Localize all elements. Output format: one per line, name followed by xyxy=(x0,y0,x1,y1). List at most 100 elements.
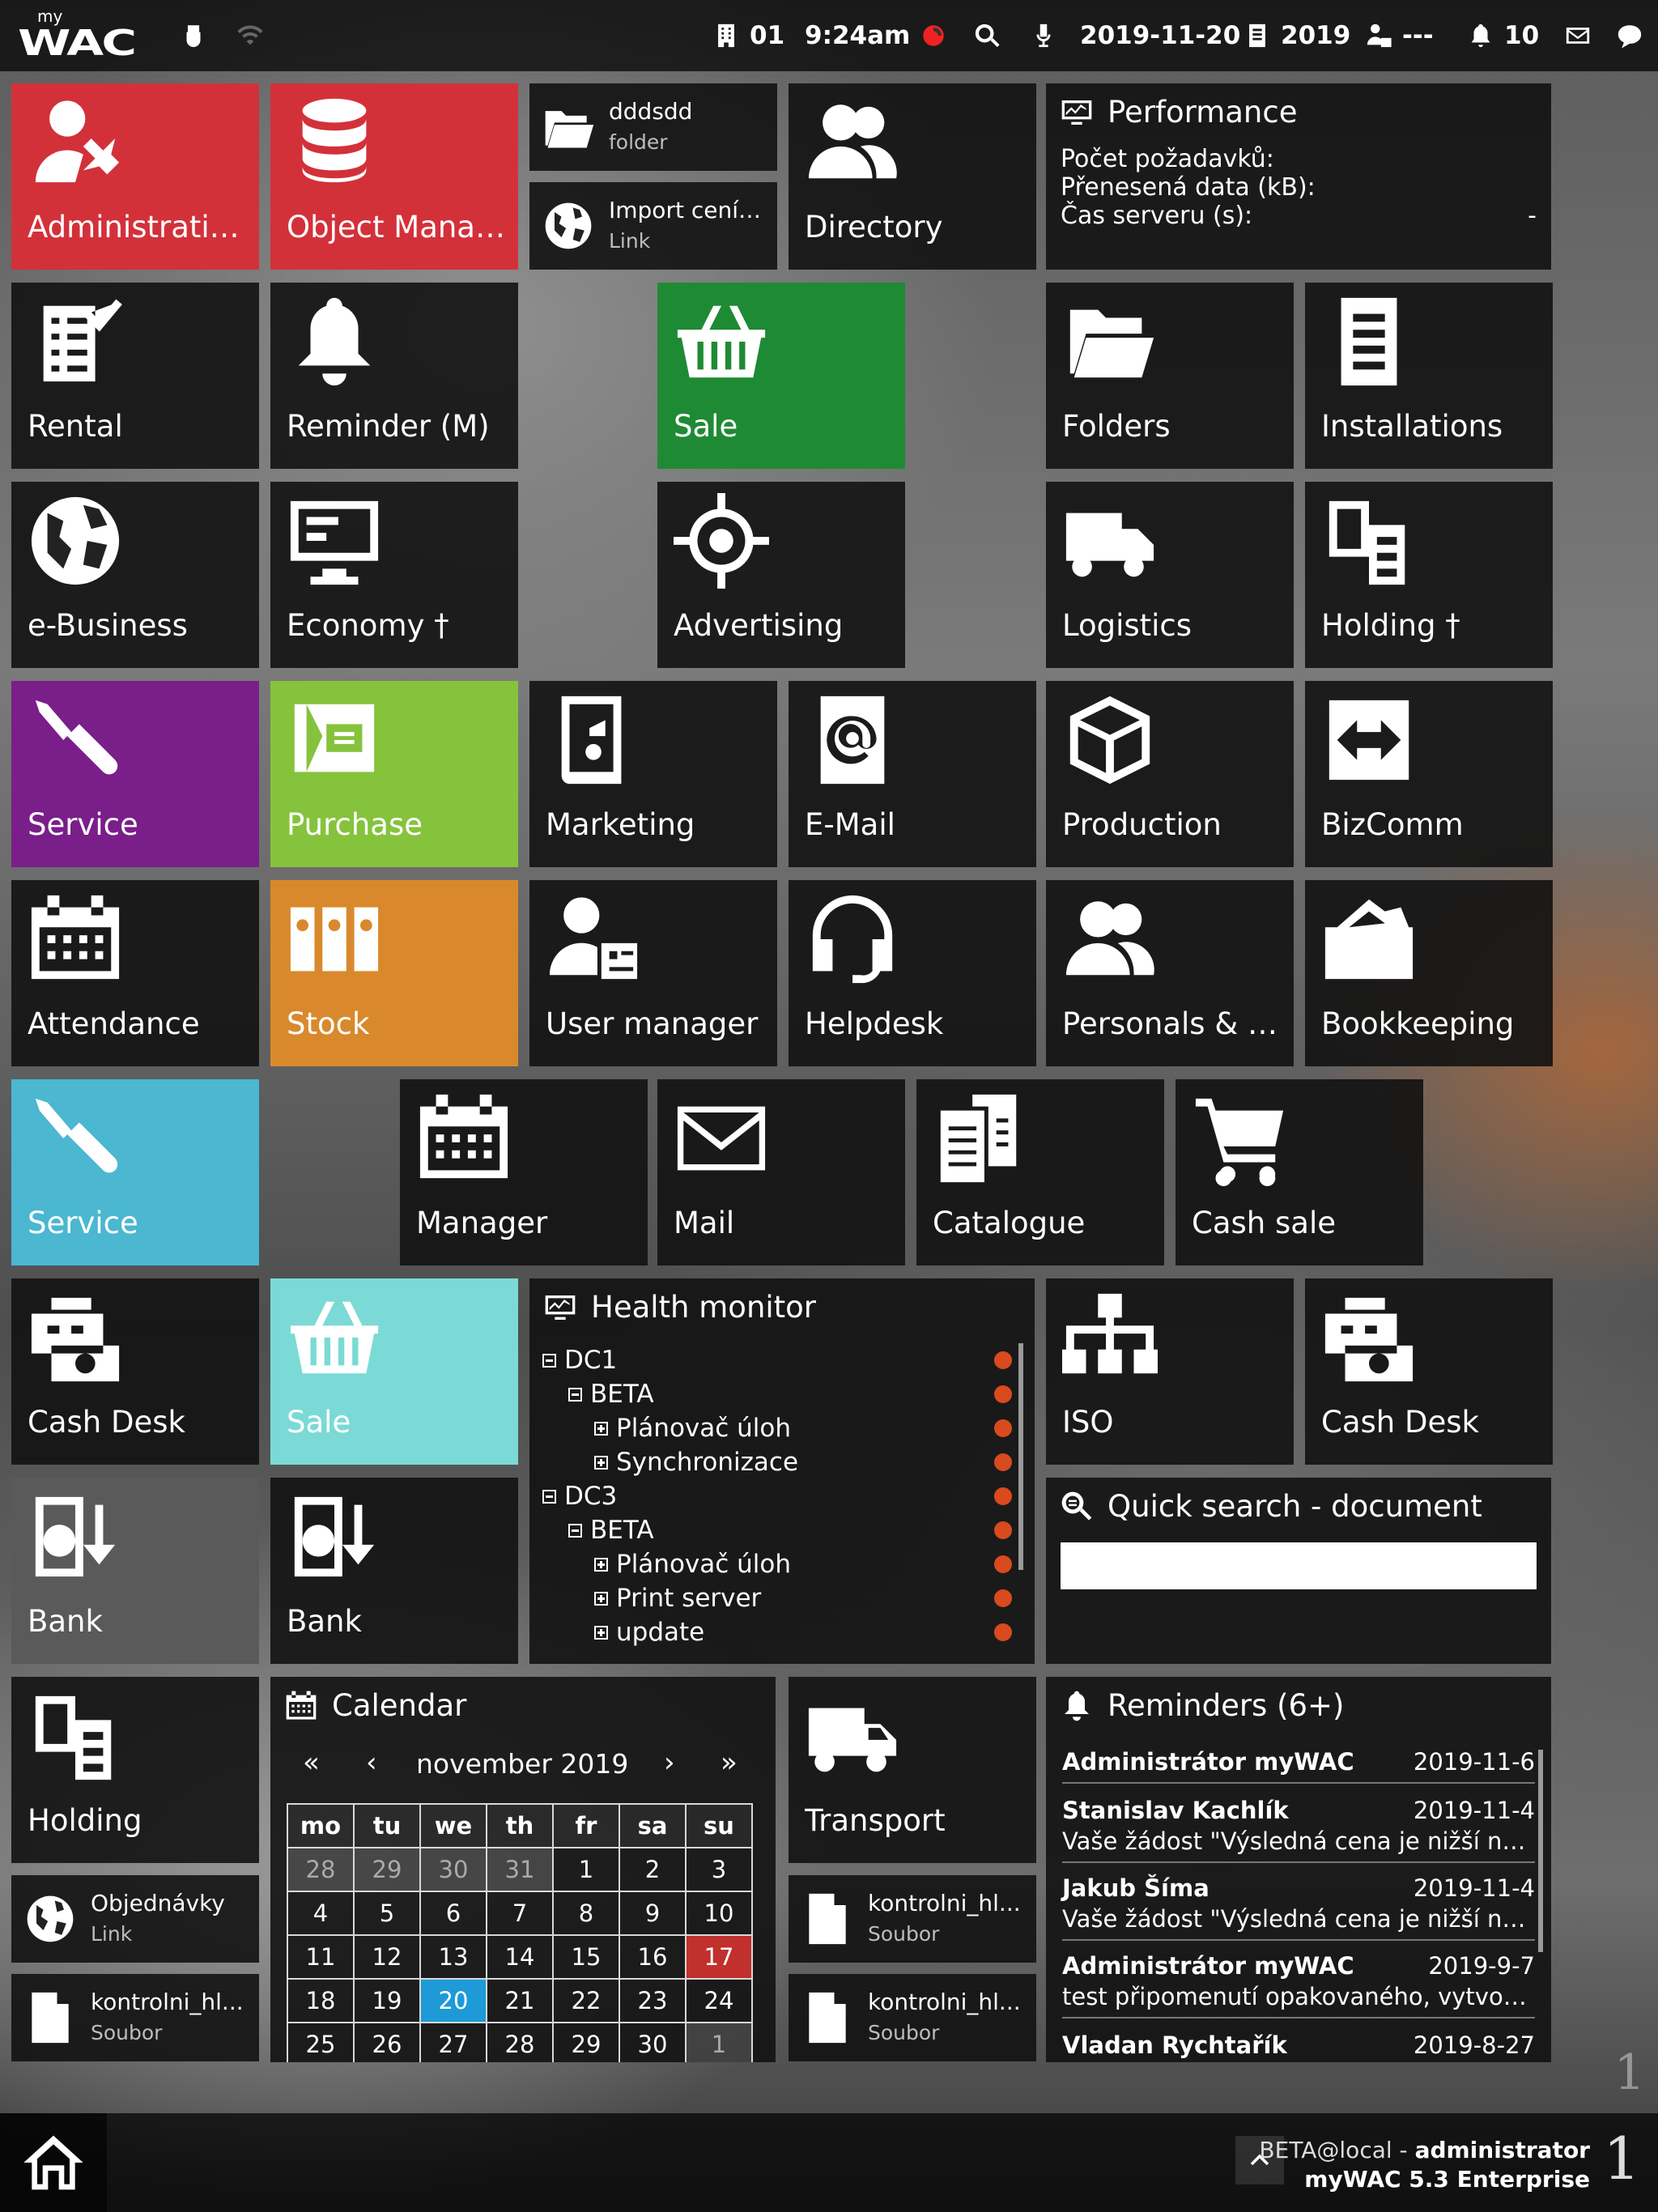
reminder-item[interactable]: Jakub Šíma 2019-11-4 Vaše žádost "Výsledná… xyxy=(1062,1874,1535,1941)
tile-holding-dagger[interactable]: Holding † xyxy=(1305,482,1553,668)
shortcut-folder[interactable]: dddsdd folder xyxy=(529,83,777,171)
health-tree-row[interactable]: Plánovač úloh xyxy=(542,1411,1018,1445)
tile-advertising[interactable]: Advertising xyxy=(657,482,905,668)
health-tree-row[interactable]: BETA xyxy=(542,1513,1018,1547)
health-tree-row[interactable]: Synchronizace xyxy=(542,1445,1018,1479)
calendar-day[interactable]: 13 xyxy=(419,1934,487,1980)
tile-installations[interactable]: Installations xyxy=(1305,283,1553,469)
tile-service-purple[interactable]: Service xyxy=(11,681,259,867)
mouse-icon[interactable] xyxy=(180,0,207,71)
health-tree-row[interactable]: DC3 xyxy=(542,1479,1018,1513)
mywac-logo[interactable]: my WAC xyxy=(16,0,146,71)
mail-icon[interactable] xyxy=(1564,0,1592,71)
tile-cash-sale[interactable]: Cash sale xyxy=(1175,1079,1423,1266)
expand-icon[interactable] xyxy=(594,1625,608,1640)
tile-ebusiness[interactable]: e-Business xyxy=(11,482,259,668)
calendar-day[interactable]: 16 xyxy=(619,1934,687,1980)
calendar-day[interactable]: 10 xyxy=(685,1891,753,1936)
building-selector[interactable]: 01 xyxy=(712,0,784,71)
calendar-day[interactable]: 24 xyxy=(685,1978,753,2023)
prev-month-button[interactable]: ‹ xyxy=(366,1746,377,1779)
reminder-item[interactable]: Administrátor myWAC 2019-11-6 xyxy=(1062,1748,1535,1784)
calendar-day[interactable]: 30 xyxy=(419,1847,487,1892)
shortcut-file-2[interactable]: kontrolni_hl... Soubor xyxy=(789,1875,1036,1963)
health-tree-row[interactable]: BETA xyxy=(542,1377,1018,1411)
calendar-day[interactable]: 9 xyxy=(619,1891,687,1936)
tile-economy[interactable]: Economy † xyxy=(270,482,518,668)
calendar-day[interactable]: 28 xyxy=(287,1847,355,1892)
tile-transport[interactable]: Transport xyxy=(789,1677,1036,1863)
tile-bank-2[interactable]: Bank xyxy=(270,1478,518,1664)
tile-cash-desk-1[interactable]: Cash Desk xyxy=(11,1278,259,1465)
tile-sale-aqua[interactable]: Sale xyxy=(270,1278,518,1465)
calendar-day[interactable]: 8 xyxy=(552,1891,620,1936)
calendar-day[interactable]: 29 xyxy=(552,2022,620,2062)
tile-helpdesk[interactable]: Helpdesk xyxy=(789,880,1036,1066)
tile-iso[interactable]: ISO xyxy=(1046,1278,1294,1465)
user-status[interactable]: --- xyxy=(1365,0,1434,71)
next-year-button[interactable]: » xyxy=(721,1746,738,1779)
tile-manager[interactable]: Manager xyxy=(400,1079,648,1266)
calendar-day[interactable]: 19 xyxy=(353,1978,421,2023)
calendar-day[interactable]: 28 xyxy=(486,2022,554,2062)
calendar-day[interactable]: 11 xyxy=(287,1934,355,1980)
chat-icon[interactable] xyxy=(1616,0,1643,71)
current-date[interactable]: 2019-11-20 xyxy=(1080,0,1240,71)
calendar-day[interactable]: 27 xyxy=(419,2022,487,2062)
tile-production[interactable]: Production xyxy=(1046,681,1294,867)
calendar-day[interactable]: 2 xyxy=(619,1847,687,1892)
health-tree-row[interactable]: DC1 xyxy=(542,1343,1018,1377)
year-selector[interactable]: 2019 xyxy=(1244,0,1350,71)
calendar-day[interactable]: 3 xyxy=(685,1847,753,1892)
next-month-button[interactable]: › xyxy=(664,1746,675,1779)
tile-stock[interactable]: Stock xyxy=(270,880,518,1066)
quick-search-input[interactable] xyxy=(1061,1542,1537,1589)
health-tree-row[interactable]: Plánovač úloh xyxy=(542,1547,1018,1581)
tile-holding[interactable]: Holding xyxy=(11,1677,259,1863)
calendar-day[interactable]: 1 xyxy=(552,1847,620,1892)
reminder-item[interactable]: Stanislav Kachlík 2019-11-4 Vaše žádost "V… xyxy=(1062,1797,1535,1863)
calendar-day[interactable]: 14 xyxy=(486,1934,554,1980)
tile-email[interactable]: E-Mail xyxy=(789,681,1036,867)
reminder-item[interactable]: Administrátor myWAC 2019-9-7 test připomen… xyxy=(1062,1952,1535,2018)
calendar-day[interactable]: 20 xyxy=(419,1978,487,2023)
shortcut-orders-link[interactable]: Objednávky Link xyxy=(11,1875,259,1963)
collapse-icon[interactable] xyxy=(568,1523,582,1538)
collapse-icon[interactable] xyxy=(542,1489,556,1504)
collapse-icon[interactable] xyxy=(542,1353,556,1368)
notifications[interactable]: 10 xyxy=(1467,0,1539,71)
calendar-day[interactable]: 4 xyxy=(287,1891,355,1936)
tile-bank-1[interactable]: Bank xyxy=(11,1478,259,1664)
reminder-item[interactable]: Vladan Rychtařík 2019-8-27 xyxy=(1062,2031,1535,2059)
home-button[interactable] xyxy=(0,2113,107,2212)
expand-icon[interactable] xyxy=(594,1591,608,1606)
calendar-day[interactable]: 5 xyxy=(353,1891,421,1936)
calendar-day[interactable]: 12 xyxy=(353,1934,421,1980)
health-tree-row[interactable]: update xyxy=(542,1615,1018,1649)
tile-service-teal[interactable]: Service xyxy=(11,1079,259,1266)
tile-marketing[interactable]: Marketing xyxy=(529,681,777,867)
microphone-icon[interactable] xyxy=(1030,0,1057,71)
tile-object-manager[interactable]: Object Manager xyxy=(270,83,518,270)
tile-administration[interactable]: Administrativ... xyxy=(11,83,259,270)
tile-personals[interactable]: Personals & W... xyxy=(1046,880,1294,1066)
calendar-day[interactable]: 21 xyxy=(486,1978,554,2023)
expand-icon[interactable] xyxy=(594,1557,608,1572)
status-swirl-icon[interactable] xyxy=(920,0,947,71)
tile-purchase[interactable]: Purchase xyxy=(270,681,518,867)
expand-icon[interactable] xyxy=(594,1455,608,1470)
tile-sale-green[interactable]: Sale xyxy=(657,283,905,469)
calendar-day[interactable]: 6 xyxy=(419,1891,487,1936)
tile-folders[interactable]: Folders xyxy=(1046,283,1294,469)
expand-icon[interactable] xyxy=(594,1421,608,1436)
tile-catalogue[interactable]: Catalogue xyxy=(916,1079,1164,1266)
tile-mail[interactable]: Mail xyxy=(657,1079,905,1266)
tile-rental[interactable]: Rental xyxy=(11,283,259,469)
tile-user-manager[interactable]: User manager xyxy=(529,880,777,1066)
prev-year-button[interactable]: « xyxy=(303,1746,320,1779)
tile-directory[interactable]: Directory xyxy=(789,83,1036,270)
calendar-day[interactable]: 25 xyxy=(287,2022,355,2062)
tile-reminder[interactable]: Reminder (M) xyxy=(270,283,518,469)
calendar-day[interactable]: 15 xyxy=(552,1934,620,1980)
calendar-day[interactable]: 29 xyxy=(353,1847,421,1892)
